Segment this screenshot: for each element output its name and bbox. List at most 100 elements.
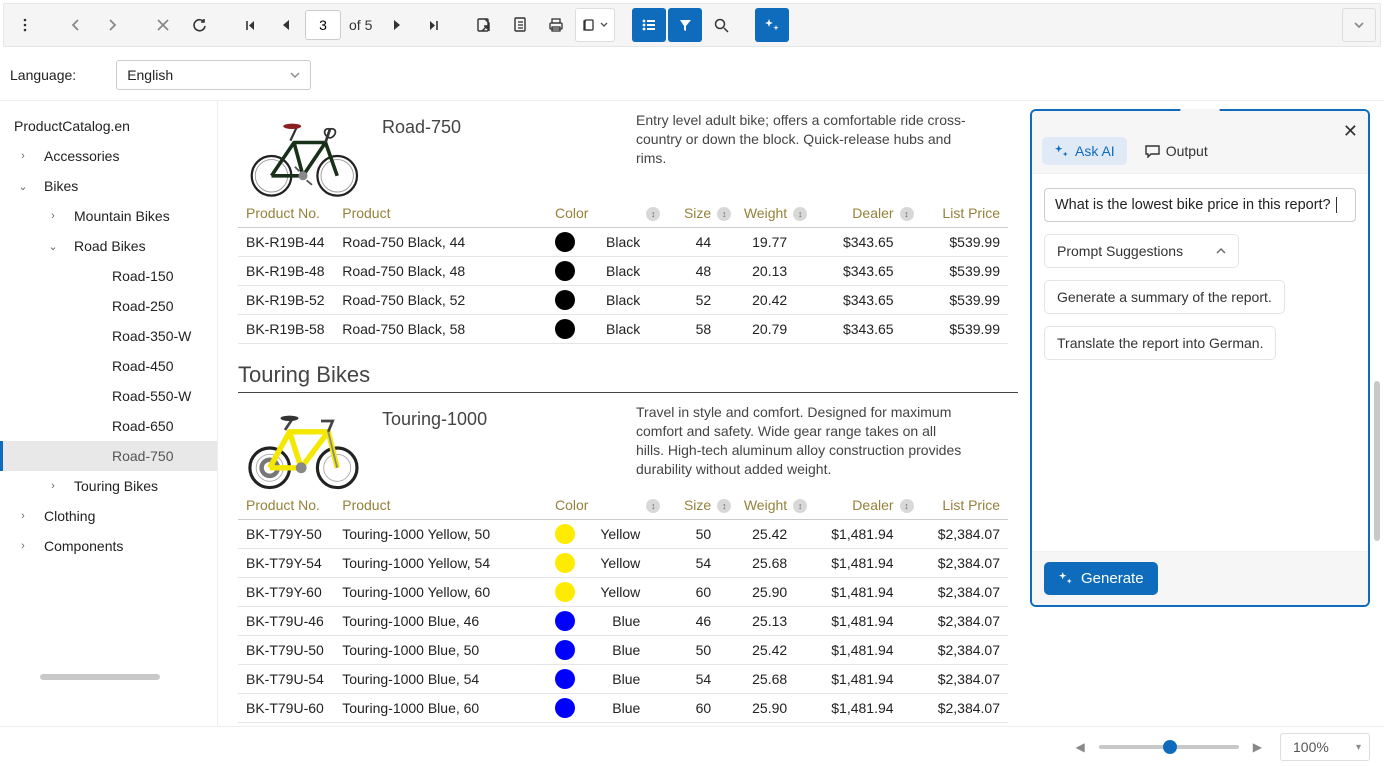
refresh-button[interactable] bbox=[182, 8, 216, 42]
zoom-in-icon[interactable]: ▶ bbox=[1249, 736, 1266, 758]
chevron-right-icon[interactable]: › bbox=[14, 540, 32, 552]
col-size[interactable]: ↕Size bbox=[648, 491, 719, 520]
chevron-right-icon[interactable]: › bbox=[44, 480, 62, 492]
sidebar-scrollbar[interactable] bbox=[40, 674, 160, 680]
prompt-suggestion[interactable]: Translate the report into German. bbox=[1044, 326, 1276, 360]
table-row: BK-T79U-46Touring-1000 Blue, 46Blue4625.… bbox=[238, 607, 1008, 636]
cell-size: 60 bbox=[648, 578, 719, 607]
sidebar-item[interactable]: › Mountain Bikes bbox=[0, 201, 217, 231]
prev-page-button[interactable] bbox=[269, 8, 303, 42]
sidebar-item[interactable]: Road-650 bbox=[0, 411, 217, 441]
print-layout-button[interactable] bbox=[467, 8, 501, 42]
chevron-right-icon[interactable]: › bbox=[44, 210, 62, 222]
tree-root[interactable]: ProductCatalog.en bbox=[0, 111, 217, 141]
col-weight[interactable]: ↕Weight bbox=[719, 199, 795, 228]
col-product-no[interactable]: Product No. bbox=[238, 491, 334, 520]
cell-product-no: BK-R19B-44 bbox=[238, 228, 334, 257]
cell-size: 44 bbox=[648, 228, 719, 257]
print-button[interactable] bbox=[539, 8, 573, 42]
nav-back-button[interactable] bbox=[59, 8, 93, 42]
table-row: BK-R19B-44Road-750 Black, 44Black4419.77… bbox=[238, 228, 1008, 257]
zoom-select[interactable]: 100% ▾ bbox=[1280, 733, 1370, 761]
chevron-down-icon[interactable]: ⌄ bbox=[44, 240, 62, 253]
ai-prompt-input[interactable]: What is the lowest bike price in this re… bbox=[1044, 188, 1356, 222]
prompt-suggestions-toggle[interactable]: Prompt Suggestions bbox=[1044, 234, 1239, 268]
chevron-down-icon: ▾ bbox=[1356, 742, 1361, 753]
zoom-slider-thumb[interactable] bbox=[1163, 740, 1177, 754]
report-viewport[interactable]: Road-750 Entry level adult bike; offers … bbox=[218, 101, 1384, 726]
col-dealer[interactable]: ↕Dealer bbox=[795, 199, 901, 228]
tab-ask-ai[interactable]: Ask AI bbox=[1042, 137, 1127, 165]
cell-list-price: $2,384.07 bbox=[902, 549, 1008, 578]
parameters-button[interactable] bbox=[668, 8, 702, 42]
col-dealer[interactable]: ↕Dealer bbox=[795, 491, 901, 520]
sidebar-item[interactable]: ›Clothing bbox=[0, 501, 217, 531]
ai-prompt-button[interactable] bbox=[755, 8, 789, 42]
cell-list-price: $2,384.07 bbox=[902, 665, 1008, 694]
cell-color-name: Blue bbox=[588, 636, 649, 665]
nav-forward-button[interactable] bbox=[95, 8, 129, 42]
first-page-button[interactable] bbox=[233, 8, 267, 42]
table-row: BK-T79Y-50Touring-1000 Yellow, 50Yellow5… bbox=[238, 520, 1008, 549]
bike-image-touring bbox=[238, 403, 368, 493]
cell-list-price: $2,384.07 bbox=[902, 723, 1008, 727]
col-size[interactable]: ↕Size bbox=[648, 199, 719, 228]
cell-list-price: $539.99 bbox=[902, 315, 1008, 344]
page-number-input[interactable] bbox=[305, 10, 341, 40]
chevron-right-icon[interactable]: › bbox=[14, 150, 32, 162]
col-list-price[interactable]: ↕List Price bbox=[902, 491, 1008, 520]
col-color[interactable]: Color bbox=[547, 491, 648, 520]
cell-color-name: Blue bbox=[588, 665, 649, 694]
zoom-out-icon[interactable]: ◀ bbox=[1072, 736, 1089, 758]
sidebar-item[interactable]: ›Touring Bikes bbox=[0, 471, 217, 501]
sidebar-item[interactable]: Road-750 bbox=[0, 441, 217, 471]
language-select[interactable]: English bbox=[116, 60, 311, 90]
stop-button[interactable] bbox=[146, 8, 180, 42]
table-row: BK-T79Y-60Touring-1000 Yellow, 60Yellow6… bbox=[238, 578, 1008, 607]
sidebar-item[interactable]: ›Components bbox=[0, 531, 217, 561]
generate-button[interactable]: Generate bbox=[1044, 562, 1158, 595]
col-product[interactable]: Product bbox=[334, 491, 547, 520]
cell-color-swatch bbox=[547, 636, 588, 665]
col-list-price[interactable]: ↕List Price bbox=[902, 199, 1008, 228]
sidebar-item[interactable]: Road-150 bbox=[0, 261, 217, 291]
last-page-button[interactable] bbox=[416, 8, 450, 42]
document-map-button[interactable] bbox=[632, 8, 666, 42]
sidebar-item[interactable]: ›Accessories bbox=[0, 141, 217, 171]
sidebar-item[interactable]: Road-350-W bbox=[0, 321, 217, 351]
chevron-right-icon[interactable]: › bbox=[14, 510, 32, 522]
export-dropdown[interactable] bbox=[575, 8, 615, 42]
sidebar-item[interactable]: Road-550-W bbox=[0, 381, 217, 411]
col-product[interactable]: Product bbox=[334, 199, 547, 228]
search-button[interactable] bbox=[704, 8, 738, 42]
main-toolbar: of 5 bbox=[3, 3, 1381, 47]
sidebar-item[interactable]: ⌄Bikes bbox=[0, 171, 217, 201]
cell-product-no: BK-R19B-48 bbox=[238, 257, 334, 286]
zoom-value: 100% bbox=[1293, 739, 1329, 755]
toolbar-overflow-button[interactable] bbox=[1342, 8, 1376, 42]
sidebar-item-label: Mountain Bikes bbox=[74, 208, 170, 224]
sidebar-item[interactable]: ⌄Road Bikes bbox=[0, 231, 217, 261]
col-color[interactable]: Color bbox=[547, 199, 648, 228]
close-icon[interactable]: ✕ bbox=[1343, 121, 1358, 142]
tab-output[interactable]: Output bbox=[1133, 137, 1220, 165]
col-weight[interactable]: ↕Weight bbox=[719, 491, 795, 520]
vertical-scrollbar[interactable] bbox=[1374, 381, 1380, 541]
cell-product-name: Touring-1000 Blue, 54 bbox=[334, 665, 547, 694]
cell-product-no: BK-T79U-54 bbox=[238, 665, 334, 694]
menu-icon[interactable] bbox=[8, 8, 42, 42]
next-page-button[interactable] bbox=[380, 8, 414, 42]
zoom-slider[interactable] bbox=[1099, 745, 1239, 749]
cell-product-name: Touring-1000 Blue, 50 bbox=[334, 636, 547, 665]
page-setup-button[interactable] bbox=[503, 8, 537, 42]
sidebar-item[interactable]: Road-450 bbox=[0, 351, 217, 381]
cell-product-no: BK-T79U-50 bbox=[238, 636, 334, 665]
sidebar-item[interactable]: Road-250 bbox=[0, 291, 217, 321]
table-row: BK-R19B-52Road-750 Black, 52Black5220.42… bbox=[238, 286, 1008, 315]
document-map-sidebar: ProductCatalog.en ›Accessories⌄Bikes › Mou… bbox=[0, 101, 218, 726]
col-product-no[interactable]: Product No. bbox=[238, 199, 334, 228]
table-row: BK-T79U-54Touring-1000 Blue, 54Blue5425.… bbox=[238, 665, 1008, 694]
cell-list-price: $539.99 bbox=[902, 286, 1008, 315]
chevron-down-icon[interactable]: ⌄ bbox=[14, 180, 32, 193]
prompt-suggestion[interactable]: Generate a summary of the report. bbox=[1044, 280, 1285, 314]
